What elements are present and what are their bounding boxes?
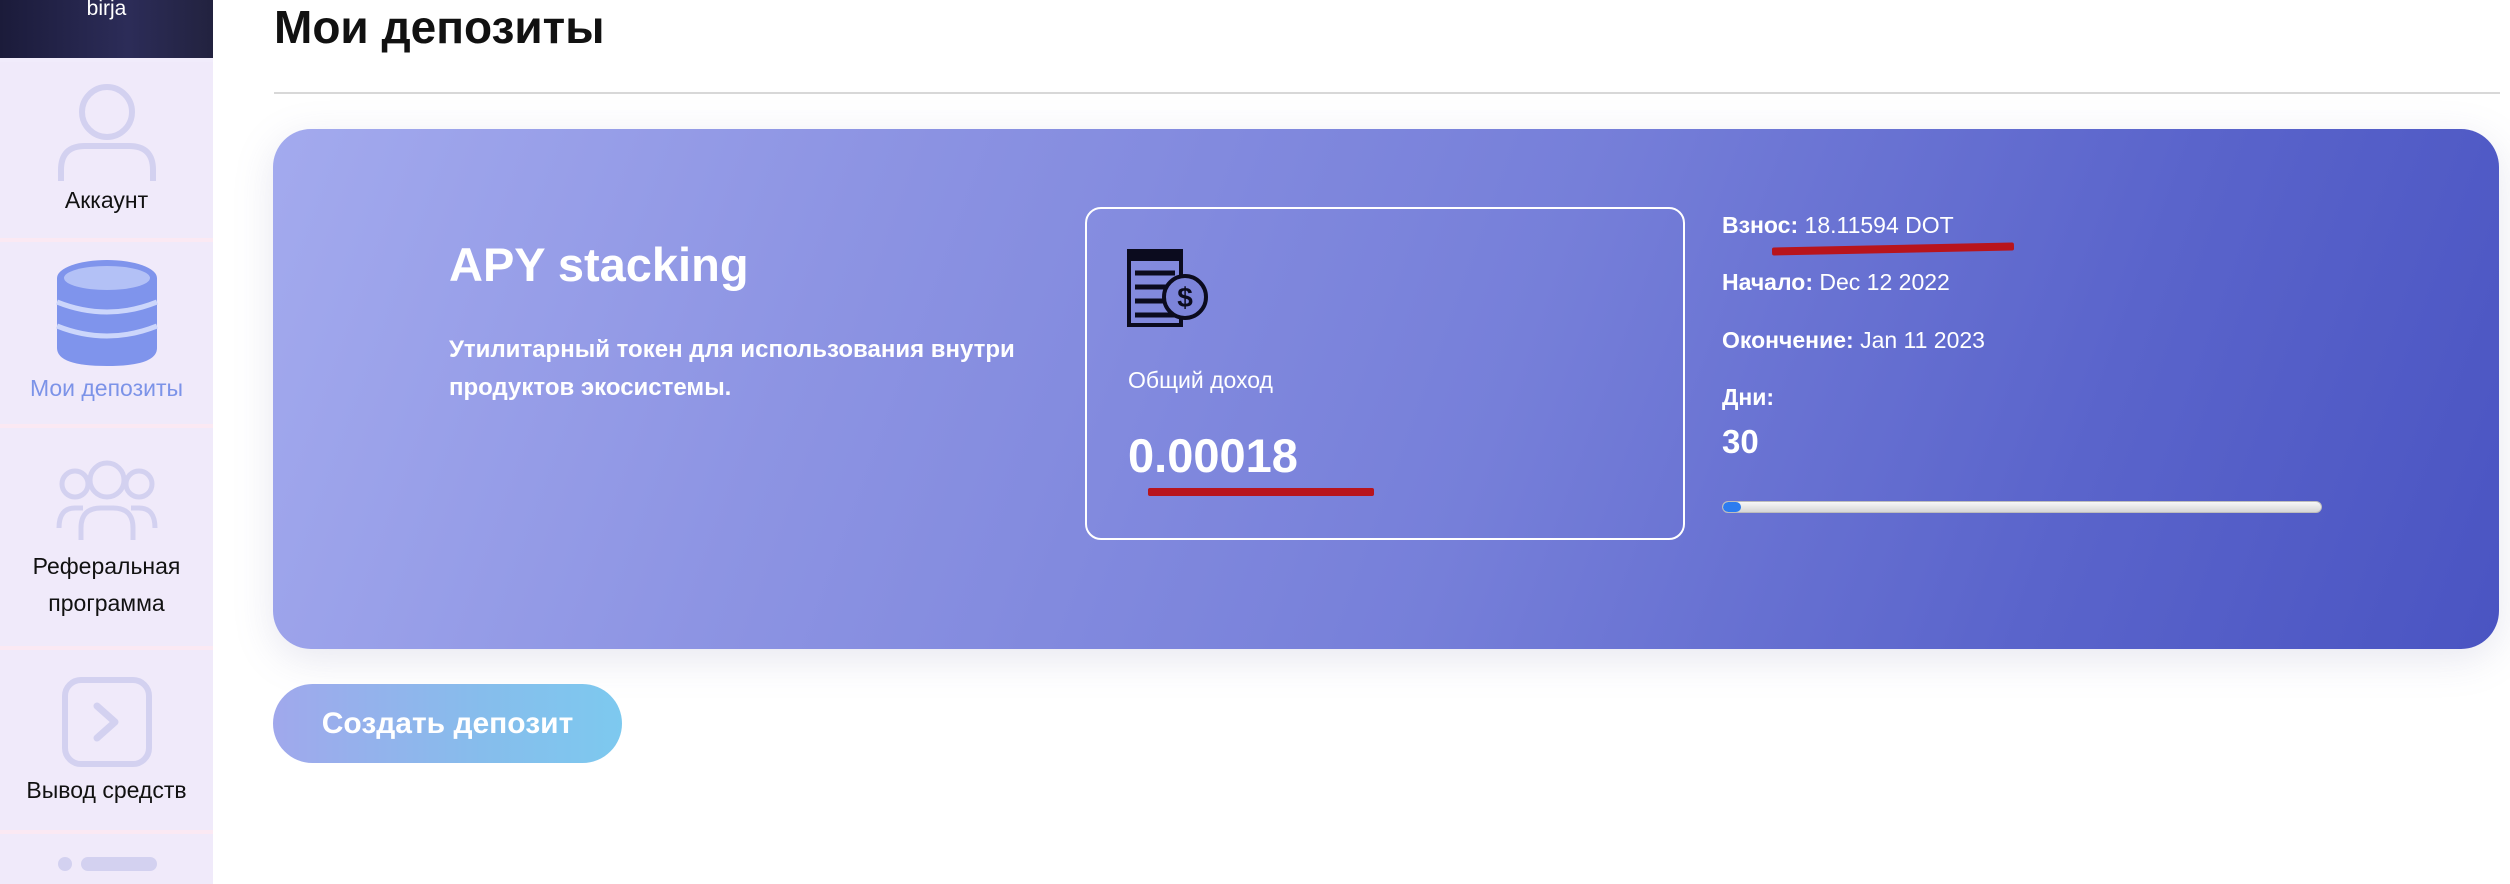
days-label: Дни:: [1722, 384, 1775, 410]
brand-name: birja: [86, 0, 127, 20]
end-label: Окончение:: [1722, 327, 1854, 353]
sidebar: birja Аккаунт Мои депозиты Реферальная п…: [0, 0, 213, 884]
sidebar-item-withdraw[interactable]: Вывод средств: [0, 650, 213, 834]
sidebar-item-label: Мои депозиты: [29, 375, 184, 401]
create-deposit-button[interactable]: Создать депозит: [273, 684, 622, 763]
days-row: Дни:: [1722, 381, 1774, 413]
deposit-title: APY stacking: [449, 238, 749, 291]
sidebar-item-deposits[interactable]: Мои депозиты: [0, 242, 213, 428]
sidebar-item-label: Аккаунт: [64, 187, 149, 213]
sidebar-item-label: Реферальная программа: [32, 553, 181, 616]
money-document-icon: $: [1127, 249, 1208, 327]
annotation-underline: [1148, 488, 1374, 496]
end-value: Jan 11 2023: [1860, 327, 1985, 353]
exit-arrow-icon: [61, 677, 152, 767]
days-value: 30: [1722, 423, 1759, 460]
deposit-details: Взнос: 18.11594 DOT Начало: Dec 12 2022 …: [1722, 129, 2422, 649]
end-row: Окончение: Jan 11 2023: [1722, 324, 1985, 356]
svg-text:$: $: [1177, 282, 1193, 313]
sidebar-item-more[interactable]: [0, 834, 213, 884]
contribution-label: Взнос:: [1722, 212, 1799, 238]
page: birja Аккаунт Мои депозиты Реферальная п…: [0, 0, 2510, 884]
sidebar-item-label: Вывод средств: [26, 777, 187, 803]
income-value: 0.00018: [1128, 429, 1298, 482]
deposit-card: APY stacking Утилитарный токен для испол…: [273, 129, 2499, 649]
income-panel: $ Общий доход 0.00018: [1085, 207, 1685, 540]
start-row: Начало: Dec 12 2022: [1722, 266, 1950, 298]
divider: [274, 92, 2500, 94]
sidebar-item-account[interactable]: Аккаунт: [0, 62, 213, 242]
progress-fill: [1723, 502, 1741, 512]
deposit-description: Утилитарный токен для использования внут…: [449, 336, 1015, 401]
start-label: Начало:: [1722, 269, 1813, 295]
page-title: Мои депозиты: [274, 1, 605, 53]
contribution-row: Взнос: 18.11594 DOT: [1722, 209, 1954, 241]
users-group-icon: [56, 460, 157, 540]
coins-stack-icon: [55, 260, 158, 366]
start-value: Dec 12 2022: [1819, 269, 1950, 295]
income-label: Общий доход: [1128, 367, 1273, 393]
deposit-progress-bar: [1722, 501, 2322, 513]
list-icon: [57, 857, 157, 871]
contribution-value: 18.11594 DOT: [1804, 212, 1954, 238]
brand-bar[interactable]: birja: [0, 0, 213, 58]
user-icon: [57, 84, 156, 181]
sidebar-item-referral[interactable]: Реферальная программа: [0, 428, 213, 650]
